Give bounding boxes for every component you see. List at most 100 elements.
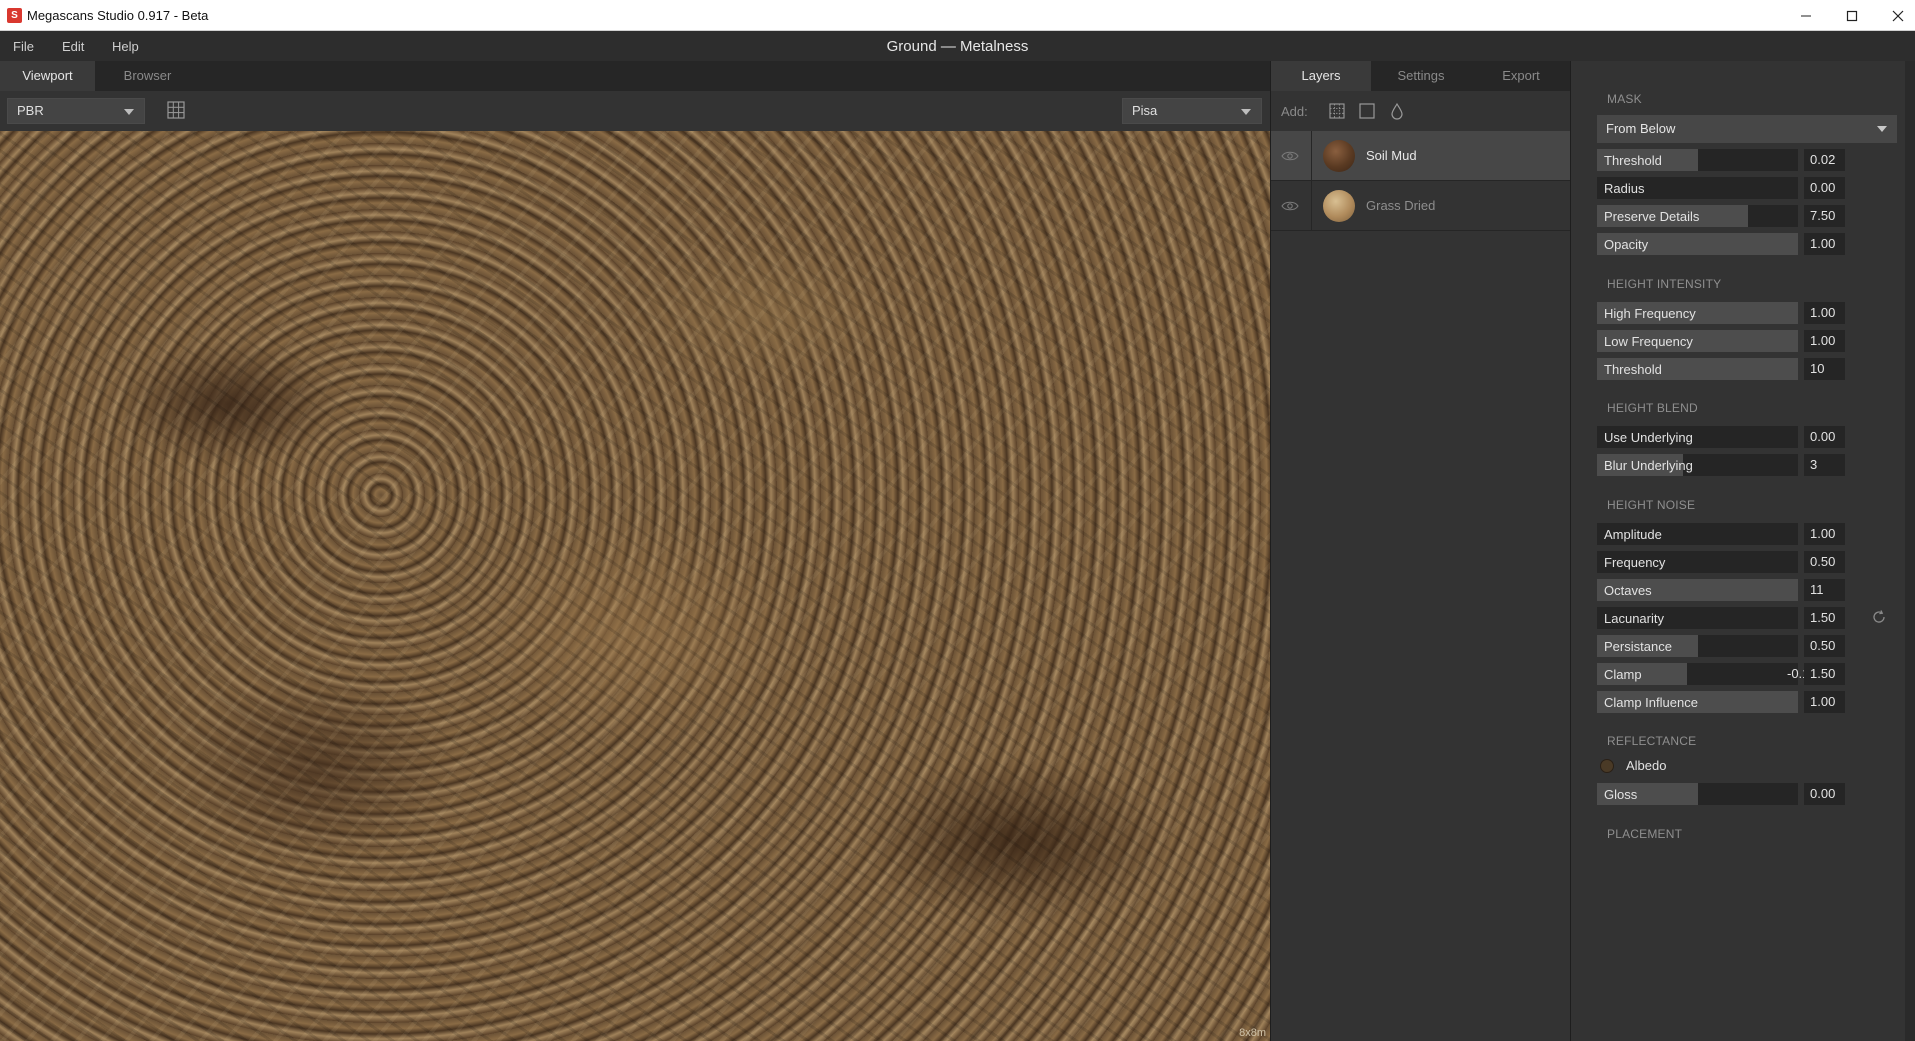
slider-clamp[interactable]: Clamp -0.18: [1597, 663, 1817, 685]
slider-gloss[interactable]: Gloss: [1597, 783, 1798, 805]
section-heading-placement: PLACEMENT: [1607, 827, 1683, 841]
viewport-canvas[interactable]: 8x8m: [0, 131, 1270, 1041]
slider-label: High Frequency: [1604, 306, 1696, 321]
value-gloss[interactable]: 0.00: [1804, 783, 1845, 805]
layer-name: Grass Dried: [1366, 198, 1436, 213]
layer-row-soil-mud[interactable]: Soil Mud: [1271, 131, 1571, 181]
shading-mode-value: PBR: [17, 103, 44, 118]
value-blur-underlying[interactable]: 3: [1804, 454, 1845, 476]
mask-mode-dropdown[interactable]: From Below: [1597, 115, 1897, 143]
value-low-frequency[interactable]: 1.00: [1804, 330, 1845, 352]
layer-thumbnail: [1323, 190, 1355, 222]
solid-layer-icon[interactable]: [1358, 102, 1376, 120]
slider-persistance[interactable]: Persistance: [1597, 635, 1798, 657]
slider-label: Preserve Details: [1604, 209, 1700, 224]
value-radius[interactable]: 0.00: [1804, 177, 1845, 199]
albedo-color-swatch[interactable]: [1600, 759, 1614, 773]
slider-label: Threshold: [1604, 153, 1662, 168]
value-use-underlying[interactable]: 0.00: [1804, 426, 1845, 448]
section-heading-height-blend: HEIGHT BLEND: [1607, 401, 1698, 415]
slider-label: Frequency: [1604, 555, 1666, 570]
environment-dropdown[interactable]: Pisa: [1122, 98, 1262, 124]
slider-opacity[interactable]: Opacity: [1597, 233, 1798, 255]
close-button[interactable]: [1875, 0, 1915, 31]
minimize-button[interactable]: [1783, 0, 1829, 31]
eye-icon[interactable]: [1281, 148, 1299, 164]
refresh-icon[interactable]: [1871, 609, 1887, 625]
menu-edit[interactable]: Edit: [62, 39, 84, 54]
value-preserve-details[interactable]: 7.50: [1804, 205, 1845, 227]
close-icon: [1892, 10, 1904, 21]
slider-high-frequency[interactable]: High Frequency: [1597, 302, 1798, 324]
slider-label: Clamp Influence: [1604, 695, 1698, 710]
value-clamp[interactable]: 1.50: [1804, 663, 1845, 685]
layer-row-grass-dried[interactable]: Grass Dried: [1271, 181, 1571, 231]
slider-label: Use Underlying: [1604, 430, 1693, 445]
value-lacunarity[interactable]: 1.50: [1804, 607, 1845, 629]
viewport-scale-label: 8x8m: [1239, 1027, 1266, 1039]
layers-panel: Layers Settings Export Add: Soil Mud Gra…: [1270, 61, 1571, 1041]
value-octaves[interactable]: 11: [1804, 579, 1845, 601]
section-heading-height-noise: HEIGHT NOISE: [1607, 498, 1696, 512]
slider-label: Radius: [1604, 181, 1645, 196]
app-logo-icon: S: [7, 8, 22, 23]
tab-viewport[interactable]: Viewport: [0, 61, 95, 91]
slider-label: Octaves: [1604, 583, 1652, 598]
chevron-down-icon: [1241, 109, 1251, 115]
layer-divider: [1311, 131, 1312, 181]
value-amplitude[interactable]: 1.00: [1804, 523, 1845, 545]
minimize-icon: [1801, 15, 1811, 16]
value-frequency[interactable]: 0.50: [1804, 551, 1845, 573]
slider-blur-underlying[interactable]: Blur Underlying: [1597, 454, 1798, 476]
tab-settings[interactable]: Settings: [1371, 61, 1471, 91]
add-layer-bar: Add:: [1271, 91, 1571, 131]
menu-file[interactable]: File: [13, 39, 34, 54]
layer-divider: [1311, 181, 1312, 231]
shading-mode-dropdown[interactable]: PBR: [7, 98, 145, 124]
chevron-down-icon: [124, 109, 134, 115]
value-high-frequency[interactable]: 1.00: [1804, 302, 1845, 324]
menu-help[interactable]: Help: [112, 39, 139, 54]
pattern-layer-icon[interactable]: [1328, 102, 1346, 120]
drop-layer-icon[interactable]: [1388, 102, 1406, 120]
slider-amplitude[interactable]: Amplitude: [1597, 523, 1798, 545]
slider-clamp-influence[interactable]: Clamp Influence: [1597, 691, 1798, 713]
slider-label: Amplitude: [1604, 527, 1662, 542]
title-bar: S Megascans Studio 0.917 - Beta: [0, 0, 1915, 31]
slider-label: Persistance: [1604, 639, 1672, 654]
tab-export[interactable]: Export: [1471, 61, 1571, 91]
slider-mask-threshold[interactable]: Threshold: [1597, 149, 1798, 171]
maximize-icon: [1846, 10, 1858, 21]
slider-radius[interactable]: Radius: [1597, 177, 1798, 199]
maximize-button[interactable]: [1829, 0, 1875, 31]
slider-use-underlying[interactable]: Use Underlying: [1597, 426, 1798, 448]
slider-label: Blur Underlying: [1604, 458, 1693, 473]
slider-low-frequency[interactable]: Low Frequency: [1597, 330, 1798, 352]
environment-value: Pisa: [1132, 103, 1158, 118]
slider-frequency[interactable]: Frequency: [1597, 551, 1798, 573]
value-clamp-influence[interactable]: 1.00: [1804, 691, 1845, 713]
slider-label: Lacunarity: [1604, 611, 1664, 626]
eye-icon[interactable]: [1281, 198, 1299, 214]
slider-label: Opacity: [1604, 237, 1649, 252]
value-mask-threshold[interactable]: 0.02: [1804, 149, 1845, 171]
value-intensity-threshold[interactable]: 10: [1804, 358, 1845, 380]
slider-intensity-threshold[interactable]: Threshold: [1597, 358, 1798, 380]
slider-label: Low Frequency: [1604, 334, 1693, 349]
slider-octaves[interactable]: Octaves: [1597, 579, 1798, 601]
properties-panel: MASK From Below Threshold 0.02 Radius 0.…: [1570, 61, 1915, 1041]
tab-browser[interactable]: Browser: [95, 61, 200, 91]
panel-tab-bar: Layers Settings Export: [1271, 61, 1571, 91]
section-heading-mask: MASK: [1607, 92, 1642, 106]
value-persistance[interactable]: 0.50: [1804, 635, 1845, 657]
window-title: Megascans Studio 0.917 - Beta: [27, 8, 209, 23]
slider-preserve-details[interactable]: Preserve Details: [1597, 205, 1798, 227]
section-heading-height-intensity: HEIGHT INTENSITY: [1607, 277, 1722, 291]
add-label: Add:: [1281, 104, 1308, 119]
slider-lacunarity[interactable]: Lacunarity: [1597, 607, 1798, 629]
value-opacity[interactable]: 1.00: [1804, 233, 1845, 255]
tab-layers[interactable]: Layers: [1271, 61, 1371, 91]
grid-icon[interactable]: [165, 99, 187, 121]
left-tab-bar: Viewport Browser: [0, 61, 1270, 91]
properties-scrollbar[interactable]: [1905, 61, 1915, 1041]
